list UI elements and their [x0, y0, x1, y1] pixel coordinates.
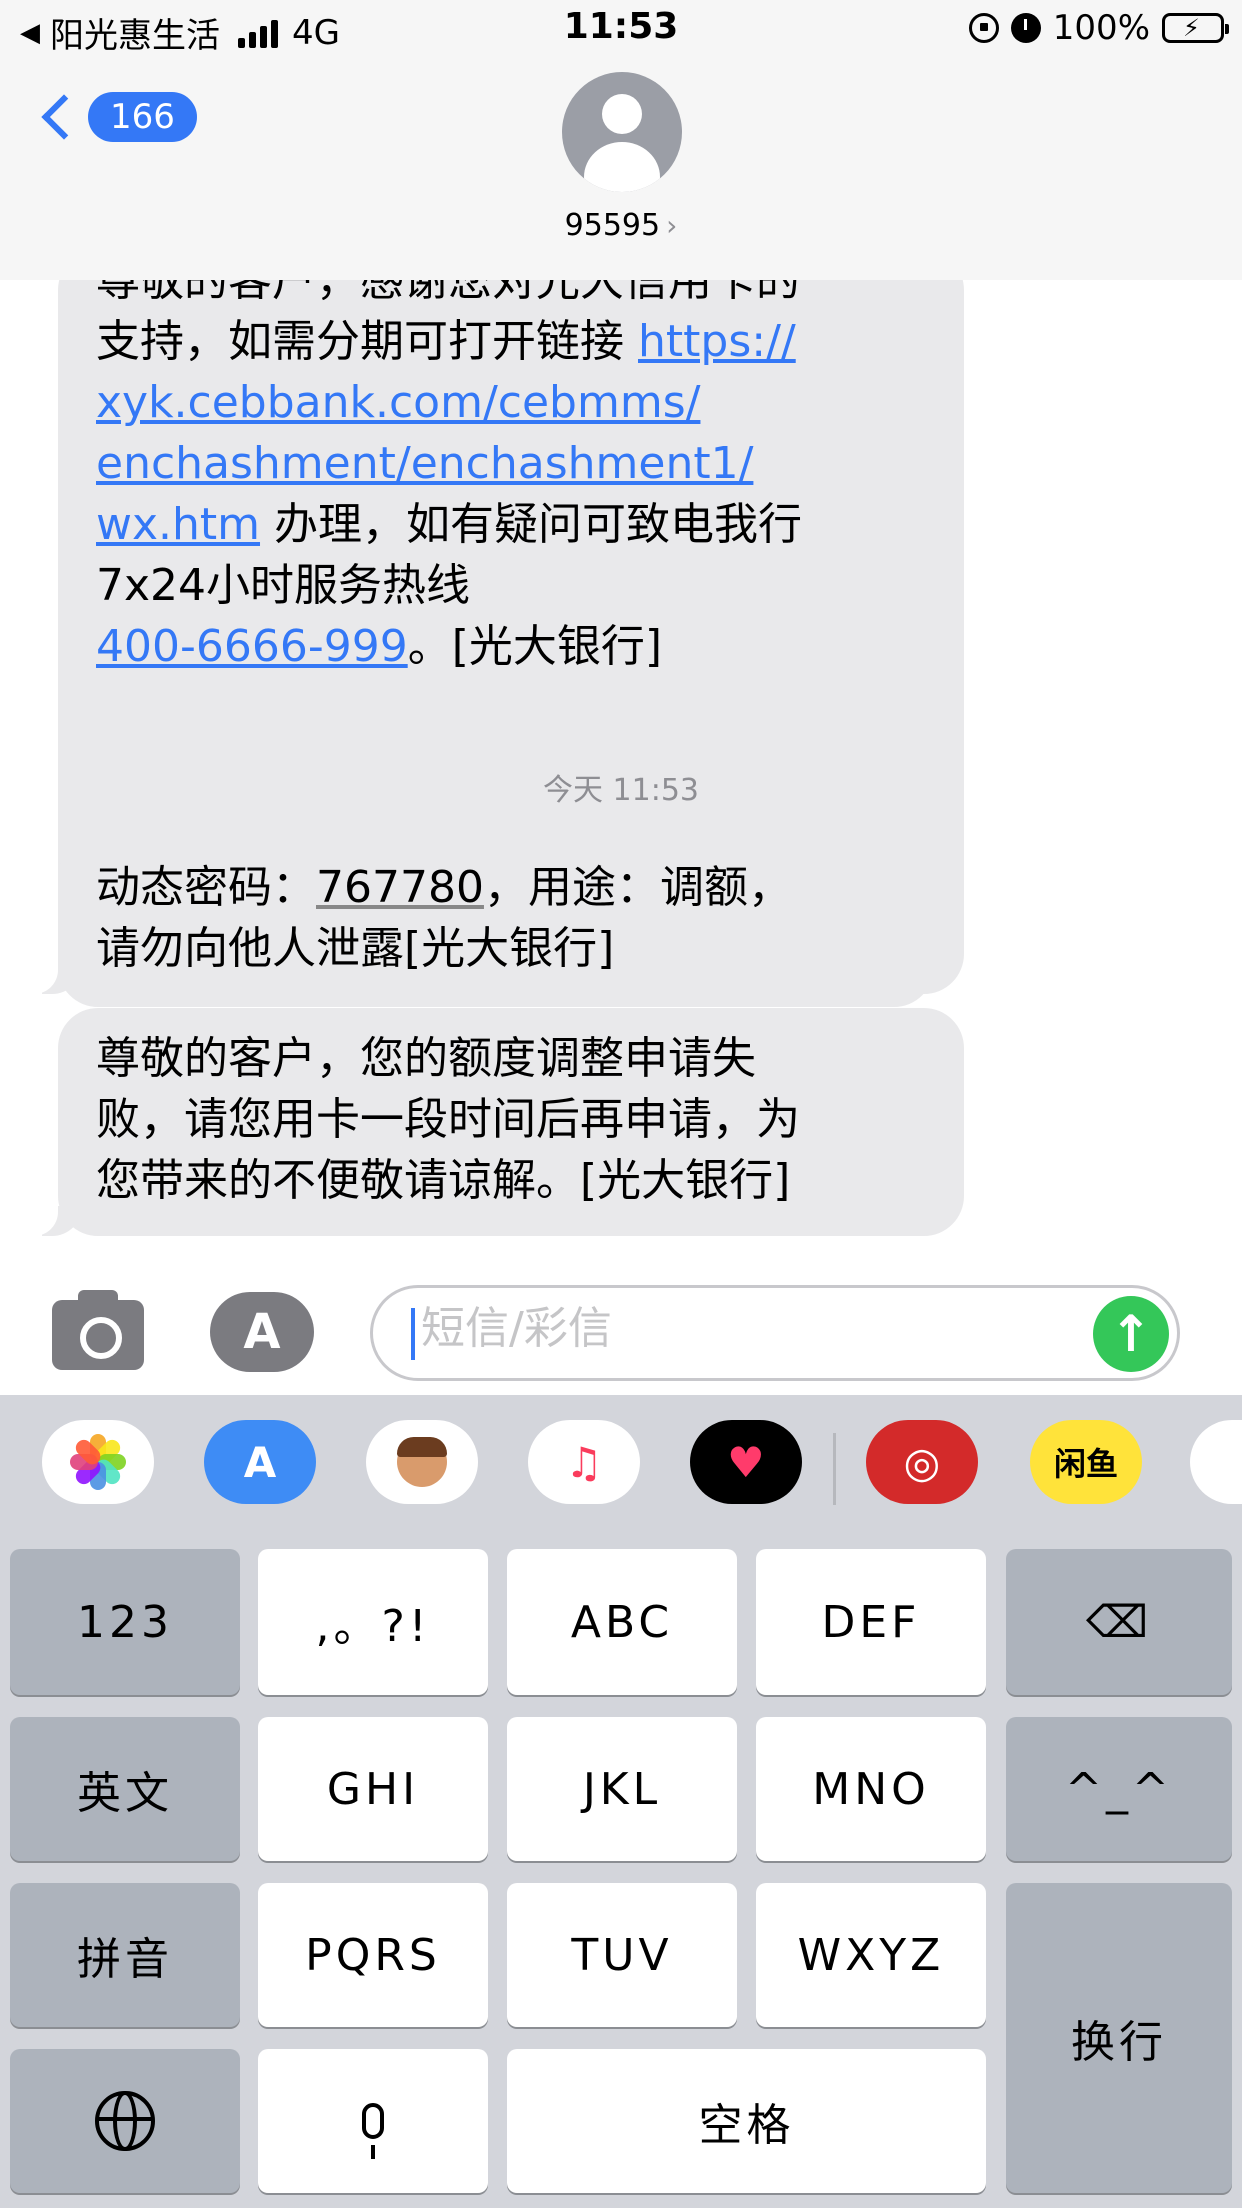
key-def[interactable]: DEF [756, 1549, 986, 1695]
battery-icon: ⚡ [1162, 13, 1229, 43]
netease-music-app-icon[interactable]: ◎ [866, 1420, 978, 1504]
key-emoticon[interactable]: ^_^ [1006, 1717, 1232, 1861]
message-input-container[interactable]: ↑ [370, 1285, 1180, 1381]
imessage-app-drawer: A ♫ ♥ ◎ 闲鱼 [0, 1395, 1242, 1545]
digital-touch-app-icon[interactable]: ♥ [690, 1420, 802, 1504]
contact-name[interactable]: 95595 › [0, 208, 1242, 243]
message-input[interactable] [419, 1302, 1023, 1355]
music-app-icon[interactable]: ♫ [528, 1420, 640, 1504]
app-divider [833, 1433, 836, 1505]
backspace-key[interactable]: ⌫ [1006, 1549, 1232, 1695]
message-text: 尊敬的客户，您的额度调整申请失 [96, 1033, 756, 1084]
url-link[interactable]: wx.htm [96, 499, 260, 550]
message-bubble[interactable]: 尊敬的客户，您的额度调整申请失 败，请您用卡一段时间后再申请，为 您带来的不便敬… [22, 1008, 964, 1236]
key-123[interactable]: 123 [10, 1549, 240, 1695]
more-apps-icon[interactable] [1190, 1420, 1242, 1504]
unread-count-badge: 166 [88, 92, 197, 142]
dictation-key[interactable] [258, 2049, 488, 2193]
message-list[interactable]: 尊敬的客户，感谢您对光大信用卡的 支持，如需分期可打开链接 https:// x… [0, 280, 1242, 1285]
globe-icon [95, 2091, 155, 2151]
app-store-icon[interactable]: A [210, 1292, 314, 1372]
status-right: 100% ⚡ [968, 8, 1229, 48]
send-button[interactable]: ↑ [1093, 1296, 1169, 1372]
url-link[interactable]: https:// [638, 316, 796, 367]
back-button[interactable]: 166 [38, 92, 197, 142]
message-text: ，用途：调额， [483, 862, 792, 913]
key-ghi[interactable]: GHI [258, 1717, 488, 1861]
message-timestamp: 今天 11:53 [543, 773, 699, 808]
globe-key[interactable] [10, 2049, 240, 2193]
backspace-icon: ⌫ [1085, 1596, 1153, 1648]
key-wxyz[interactable]: WXYZ [756, 1883, 986, 2027]
chevron-right-icon: › [666, 209, 678, 242]
battery-percent: 100% [1052, 8, 1150, 48]
microphone-icon [362, 2103, 384, 2159]
memoji-app-icon[interactable] [366, 1420, 478, 1504]
verification-code[interactable]: 767780 [316, 862, 484, 913]
message-text: 请勿向他人泄露[光大银行] [96, 923, 615, 974]
message-text: 7x24小时服务热线 [96, 560, 471, 611]
contact-avatar[interactable] [562, 72, 682, 192]
key-tuv[interactable]: TUV [507, 1883, 737, 2027]
key-punctuation[interactable]: ,。?! [258, 1549, 488, 1695]
message-text: 办理，如有疑问可致电我行 [260, 499, 803, 550]
key-abc[interactable]: ABC [507, 1549, 737, 1695]
return-key[interactable]: 换行 [1006, 1883, 1232, 2193]
url-link[interactable]: xyk.cebbank.com/cebmms/ [96, 377, 700, 428]
key-pqrs[interactable]: PQRS [258, 1883, 488, 2027]
xianyu-app-icon[interactable]: 闲鱼 [1030, 1420, 1142, 1504]
conversation-header: 166 95595 › [0, 62, 1242, 281]
message-text: 您带来的不便敬请谅解。[光大银行] [96, 1155, 791, 1206]
phone-link[interactable]: 400-6666-999 [96, 621, 408, 672]
chevron-left-icon [41, 94, 87, 140]
key-jkl[interactable]: JKL [507, 1717, 737, 1861]
bubble-tail [22, 1202, 82, 1236]
message-text: 尊敬的客户，感谢您对光大信用卡的 [96, 280, 800, 306]
keyboard: 123 ,。?! ABC DEF ⌫ 英文 GHI JKL MNO ^_^ 拼音… [0, 1545, 1242, 2208]
photos-app-icon[interactable] [42, 1420, 154, 1504]
message-bubble[interactable]: 动态密码：767780，用途：调额， 请勿向他人泄露[光大银行] [58, 837, 934, 1007]
message-text: 。[光大银行] [407, 621, 663, 672]
camera-icon[interactable] [52, 1290, 144, 1370]
key-english[interactable]: 英文 [10, 1717, 240, 1861]
message-text: 动态密码： [96, 862, 316, 913]
app-store-app-icon[interactable]: A [204, 1420, 316, 1504]
status-bar: ◀ 阳光惠生活 4G 11:53 100% ⚡ [0, 0, 1242, 62]
message-text: 支持，如需分期可打开链接 [96, 316, 638, 367]
alarm-icon [1010, 13, 1041, 43]
message-text: 败，请您用卡一段时间后再申请，为 [96, 1094, 800, 1145]
url-link[interactable]: enchashment/enchashment1/ [96, 438, 753, 489]
space-key[interactable]: 空格 [507, 2049, 986, 2193]
text-cursor [411, 1308, 415, 1360]
key-pinyin[interactable]: 拼音 [10, 1883, 240, 2027]
orientation-lock-icon [968, 13, 999, 43]
compose-bar: A ↑ [0, 1285, 1242, 1395]
key-mno[interactable]: MNO [756, 1717, 986, 1861]
